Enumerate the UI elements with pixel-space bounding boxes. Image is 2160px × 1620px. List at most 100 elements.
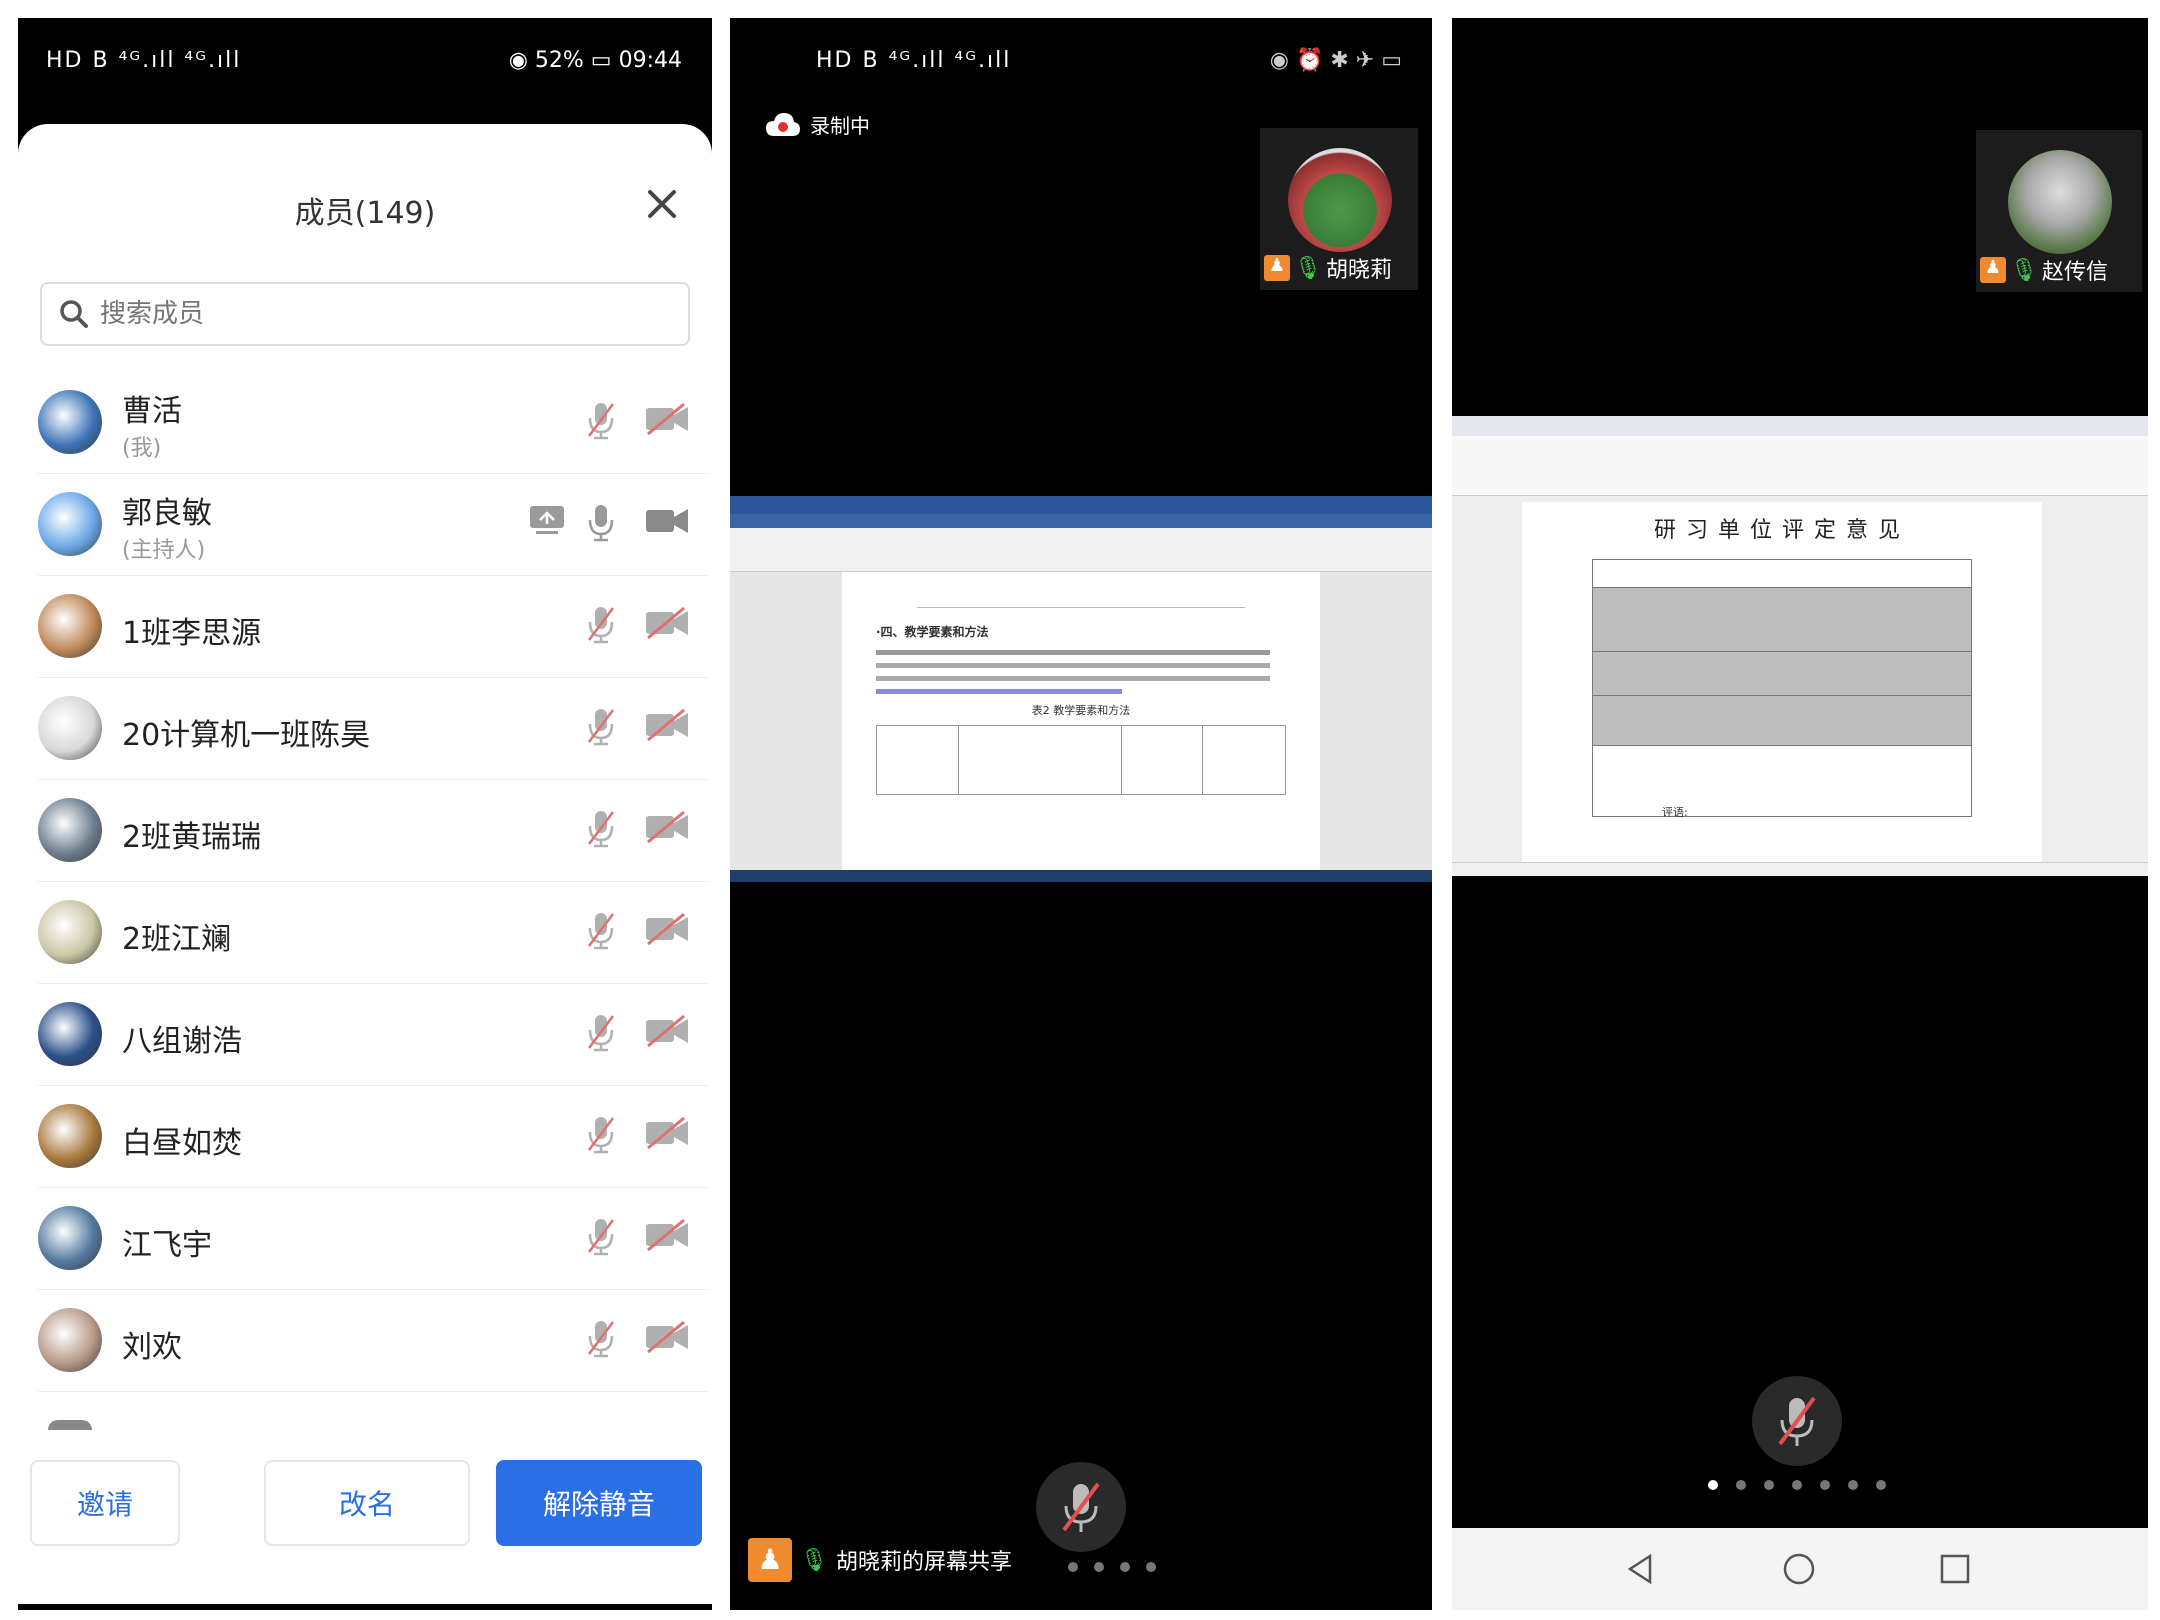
- mic-active-icon: 🎙: [2010, 257, 2038, 283]
- battery-level: 52%: [534, 48, 584, 73]
- page-dot[interactable]: [1068, 1562, 1078, 1572]
- member-row[interactable]: 白昼如焚: [38, 1086, 708, 1188]
- page-dot[interactable]: [1736, 1480, 1746, 1490]
- doc-table: [876, 725, 1286, 796]
- battery-icon: ▭: [590, 48, 612, 73]
- page-dot[interactable]: [1820, 1480, 1830, 1490]
- page-dot[interactable]: [1146, 1562, 1156, 1572]
- member-name: 刘欢: [122, 1330, 182, 1365]
- member-row[interactable]: 曹活 (我): [38, 372, 708, 474]
- avatar: [38, 390, 102, 454]
- share-user-icon: ♟: [748, 1538, 792, 1582]
- close-icon: [648, 190, 676, 218]
- video-thumbnail[interactable]: ♟ 🎙 胡晓莉: [1260, 128, 1418, 290]
- member-row[interactable]: 2班江斓: [38, 882, 708, 984]
- status-right-2: ◉ ⏰ ✱ ✈ ▭: [1269, 48, 1402, 73]
- member-name: 八组谢浩: [122, 1024, 242, 1059]
- camera-off-icon: [644, 708, 690, 746]
- host-badge-icon: ♟: [1264, 255, 1290, 281]
- member-row[interactable]: 1班李思源: [38, 576, 708, 678]
- avatar: [38, 594, 102, 658]
- page-indicator-2: [1708, 1480, 1886, 1490]
- mic-muted-icon: [586, 400, 616, 444]
- page-dot[interactable]: [1094, 1562, 1104, 1572]
- camera-icon: [644, 504, 690, 542]
- mic-muted-icon: [586, 1012, 616, 1056]
- member-role: (我): [122, 436, 162, 461]
- word-tabs: [730, 514, 1432, 528]
- page-dot[interactable]: [1764, 1480, 1774, 1490]
- doc-heading: ·四、教学要素和方法: [876, 625, 989, 639]
- page-dot[interactable]: [1876, 1480, 1886, 1490]
- members-sheet: 成员(149) 曹活 (我) 郭良敏 (主持人) 1班李思源 20计算机一班陈昊 2班黄瑞瑞…: [18, 124, 712, 1610]
- avatar: [38, 492, 102, 556]
- thumbnail-name: 胡晓莉: [1325, 258, 1392, 283]
- avatar: [38, 1206, 102, 1270]
- camera-off-icon: [644, 1218, 690, 1256]
- member-row[interactable]: 2班黄瑞瑞: [38, 780, 708, 882]
- network-status-2: HD B ⁴ᴳ.ıll ⁴ᴳ.ıll: [816, 48, 1012, 73]
- home-icon[interactable]: [1782, 1552, 1816, 1586]
- close-button[interactable]: [642, 184, 682, 224]
- doc-footer: 评语:: [1662, 806, 1688, 819]
- network-status: HD B ⁴ᴳ.ıll ⁴ᴳ.ıll: [46, 48, 242, 73]
- camera-off-icon: [644, 810, 690, 848]
- invite-button[interactable]: 邀请: [30, 1460, 180, 1546]
- page-dot[interactable]: [1848, 1480, 1858, 1490]
- rename-button[interactable]: 改名: [264, 1460, 470, 1546]
- evaluation-table: [1592, 559, 1972, 818]
- status-bar-2: HD B ⁴ᴳ.ıll ⁴ᴳ.ıll ◉ ⏰ ✱ ✈ ▭: [730, 18, 1432, 108]
- mic-muted-icon: [586, 604, 616, 648]
- document-page: ·四、教学要素和方法 表2 教学要素和方法: [842, 572, 1320, 872]
- mute-toggle-button-2[interactable]: [1752, 1376, 1842, 1466]
- member-name: 郭良敏: [122, 496, 212, 531]
- sharing-indicator: ♟ 🎙 胡晓莉的屏幕共享: [748, 1538, 1012, 1582]
- avatar: [38, 1104, 102, 1168]
- doc-heading-2: 研习单位评定意见: [1653, 518, 1910, 543]
- search-box[interactable]: [40, 282, 690, 346]
- camera-off-icon: [644, 1014, 690, 1052]
- member-row[interactable]: 郭良敏 (主持人): [38, 474, 708, 576]
- sheet-title: 成员(149): [294, 196, 436, 231]
- recent-apps-icon[interactable]: [1938, 1552, 1972, 1586]
- unmute-button[interactable]: 解除静音: [496, 1460, 702, 1546]
- mic-muted-icon: [586, 706, 616, 750]
- cloud-record-icon: [766, 112, 800, 136]
- page-dot[interactable]: [1120, 1562, 1130, 1572]
- camera-off-icon: [644, 1116, 690, 1154]
- mic-muted-icon: [1062, 1482, 1100, 1532]
- page-indicator: [1068, 1562, 1156, 1572]
- back-icon[interactable]: [1624, 1552, 1658, 1586]
- next-member-peek: [48, 1420, 92, 1430]
- recording-label: 录制中: [810, 114, 870, 138]
- mic-active-icon: 🎙: [1294, 255, 1322, 281]
- member-row[interactable]: 20计算机一班陈昊: [38, 678, 708, 780]
- eye-icon: ◉: [508, 48, 528, 73]
- avatar: [38, 1308, 102, 1372]
- avatar: [38, 1002, 102, 1066]
- member-name: 2班江斓: [122, 922, 232, 957]
- bottom-divider: [18, 1604, 712, 1610]
- avatar: [38, 696, 102, 760]
- member-name: 曹活: [122, 394, 182, 429]
- member-row[interactable]: 八组谢浩: [38, 984, 708, 1086]
- status-bar: HD B ⁴ᴳ.ıll ⁴ᴳ.ıll ◉ 52% ▭ 09:44: [18, 18, 712, 108]
- doc-paragraph: [876, 650, 1286, 695]
- clock-time: 09:44: [618, 48, 682, 73]
- avatar: [38, 900, 102, 964]
- taskbar: [730, 870, 1432, 882]
- doc-caption: 表2 教学要素和方法: [1031, 704, 1131, 718]
- member-row[interactable]: 江飞宇: [38, 1188, 708, 1290]
- search-input[interactable]: [100, 299, 660, 329]
- thumbnail-name-tag: ♟ 🎙 胡晓莉: [1264, 252, 1392, 284]
- member-name: 江飞宇: [122, 1228, 212, 1263]
- video-thumbnail-2[interactable]: ♟ 🎙 赵传信: [1976, 130, 2142, 292]
- mic-muted-icon: [586, 1114, 616, 1158]
- member-row[interactable]: 刘欢: [38, 1290, 708, 1392]
- page-dot[interactable]: [1792, 1480, 1802, 1490]
- mic-muted-icon: [586, 808, 616, 852]
- page-dot-active[interactable]: [1708, 1480, 1718, 1490]
- mute-toggle-button[interactable]: [1036, 1462, 1126, 1552]
- recording-indicator: 录制中: [766, 110, 870, 139]
- wps-statusbar: [1452, 862, 2148, 876]
